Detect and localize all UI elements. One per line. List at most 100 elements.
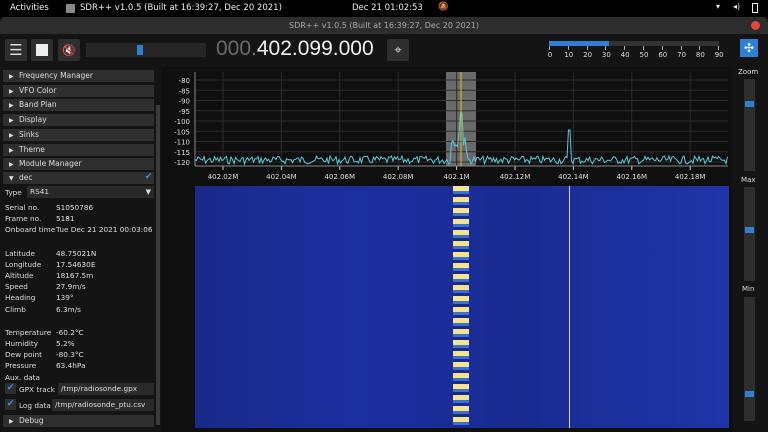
min-label: Min	[742, 285, 755, 293]
dec-enable-checkbox[interactable]: ✔	[143, 172, 154, 183]
zoom-slider-handle[interactable]	[745, 100, 754, 107]
fft-plot[interactable]: -80 -85 -90 -95 -100 -105 -110 -115 -120 402.02M 4…	[168, 68, 730, 186]
volume-icon[interactable]: ◂)	[733, 2, 740, 11]
telemetry-label: Frame no.	[5, 214, 42, 224]
activities-button[interactable]: Activities	[10, 3, 49, 13]
telemetry-row: Speed 27.9m/s	[5, 282, 86, 291]
zoom-slider[interactable]	[744, 79, 755, 171]
waterfall-carrier-line	[569, 186, 570, 428]
telemetry-row: Frame no. 5181	[5, 214, 75, 224]
clock[interactable]: Dec 21 01:02:53	[352, 3, 423, 13]
telemetry-value: -60.2°C	[56, 327, 84, 337]
snr-meter-fill	[549, 41, 610, 46]
telemetry-value: 18167.5m	[56, 271, 94, 280]
window-title-bar: SDR++ v1.0.5 (Built at 16:39:27, Dec 20 …	[0, 17, 768, 34]
snr-tick	[586, 46, 588, 50]
type-value: RS41	[30, 187, 49, 196]
telemetry-label: Longitude	[5, 259, 42, 269]
telemetry-row: Longitude 17.54630E	[5, 259, 95, 269]
collapsed-triangle-icon: ▶	[9, 131, 14, 139]
module-title: Debug	[19, 416, 44, 425]
battery-icon[interactable]	[752, 3, 758, 13]
db-tick-label: -105	[174, 128, 190, 136]
telemetry-row: Aux. data	[5, 373, 40, 382]
network-icon[interactable]: ▾	[716, 2, 720, 11]
snr-tick-label: 20	[583, 51, 593, 59]
telemetry-value: 5181	[56, 214, 75, 224]
freq-tick-label: 402.04M	[266, 173, 297, 181]
freq-tick-label: 402.06M	[325, 173, 356, 181]
log-data-checkbox[interactable]: ✔	[5, 399, 16, 410]
menu-header-label: Module Manager	[19, 159, 82, 169]
max-label: Max	[741, 176, 756, 184]
zoom-label: Zoom	[738, 68, 759, 76]
module-title: dec	[19, 173, 33, 182]
db-tick-label: -85	[179, 87, 190, 95]
freq-tick-label: 402.14M	[558, 173, 589, 181]
telemetry-label: Temperature	[5, 327, 52, 337]
module-header-dec[interactable]: ▼ dec	[3, 172, 154, 184]
freq-tick-label: 402.1M	[444, 173, 470, 181]
waterfall[interactable]	[195, 186, 729, 428]
expanded-triangle-icon: ▼	[9, 175, 14, 182]
snr-tick	[680, 46, 682, 50]
type-select[interactable]: RS41 ▼	[27, 186, 154, 198]
telemetry-label: Altitude	[5, 271, 34, 280]
telemetry-row: Climb 6.3m/s	[5, 305, 81, 314]
sidebar-scrollbar[interactable]	[156, 105, 160, 425]
crosshair-icon: ⌖	[394, 42, 402, 58]
menu-header-label: Band Plan	[19, 100, 57, 110]
volume-slider[interactable]	[86, 43, 206, 57]
gpx-path-input[interactable]: /tmp/radiosonde.gpx	[58, 383, 154, 395]
app-menu[interactable]: SDR++ v1.0.5 (Built at 16:39:27, Dec 20 …	[80, 3, 282, 13]
frequency-display[interactable]: 000.402.099.000	[216, 37, 374, 61]
max-slider-handle[interactable]	[745, 226, 754, 233]
right-panel: Zoom Max Min	[732, 67, 768, 432]
menu-header-vfo-color[interactable]: ▶ VFO Color	[3, 84, 154, 97]
snr-tick	[718, 46, 720, 50]
menu-header-module-manager[interactable]: ▶ Module Manager	[3, 158, 154, 171]
freq-tick-label: 402.02M	[208, 173, 239, 181]
db-tick-label: -110	[174, 139, 190, 147]
snr-tick-label: 70	[677, 51, 687, 59]
waterfall-signal-trace	[453, 186, 469, 428]
stop-button[interactable]	[31, 39, 53, 61]
max-slider[interactable]	[744, 187, 755, 281]
telemetry-label: Latitude	[5, 248, 36, 258]
snr-tick	[624, 46, 626, 50]
window-title: SDR++ v1.0.5 (Built at 16:39:27, Dec 20 …	[288, 21, 479, 30]
menu-header-display[interactable]: ▶ Display	[3, 114, 154, 127]
menu-header-frequency-manager[interactable]: ▶ Frequency Manager	[3, 70, 154, 82]
volume-slider-handle[interactable]	[137, 45, 144, 55]
telemetry-value: 63.4hPa	[56, 361, 86, 371]
telemetry-row: Latitude 48.75021N	[5, 248, 96, 258]
collapsed-triangle-icon: ▶	[9, 102, 14, 110]
log-data-label: Log data	[19, 401, 51, 410]
telemetry-row: Humidity 5.2%	[5, 339, 75, 348]
gpx-track-checkbox[interactable]: ✔	[5, 383, 16, 394]
close-icon[interactable]	[751, 21, 760, 30]
menu-button[interactable]: ☰	[5, 39, 27, 61]
telemetry-row: Serial no. S1050786	[5, 203, 93, 212]
spectrum-view[interactable]: -80 -85 -90 -95 -100 -105 -110 -115 -120 402.02M 4…	[168, 68, 730, 186]
mute-button[interactable]: 🔇	[58, 39, 80, 61]
min-slider-handle[interactable]	[745, 391, 754, 398]
discord-rpc-icon[interactable]: ✣	[740, 39, 758, 57]
menu-header-theme[interactable]: ▶ Theme	[3, 143, 154, 156]
collapsed-triangle-icon: ▶	[9, 87, 14, 95]
min-slider[interactable]	[744, 297, 755, 421]
db-tick-label: -100	[174, 118, 190, 126]
module-header-debug[interactable]: ▶ Debug	[3, 415, 154, 427]
menu-header-sinks[interactable]: ▶ Sinks	[3, 128, 154, 141]
telemetry-label: Aux. data	[5, 372, 41, 382]
gpx-track-label: GPX track	[19, 385, 55, 394]
center-tuning-button[interactable]: ⌖	[387, 39, 409, 61]
menu-header-band-plan[interactable]: ▶ Band Plan	[3, 99, 154, 112]
db-tick-label: -80	[179, 77, 190, 85]
snr-tick-label: 0	[547, 51, 553, 59]
snr-tick	[699, 46, 701, 50]
system-top-bar: Activities SDR++ v1.0.5 (Built at 16:39:…	[0, 0, 768, 17]
log-path-input[interactable]: /tmp/radiosonde_ptu.csv	[52, 399, 154, 411]
chevron-down-icon: ▼	[145, 188, 151, 196]
telemetry-row: Altitude 18167.5m	[5, 271, 93, 280]
